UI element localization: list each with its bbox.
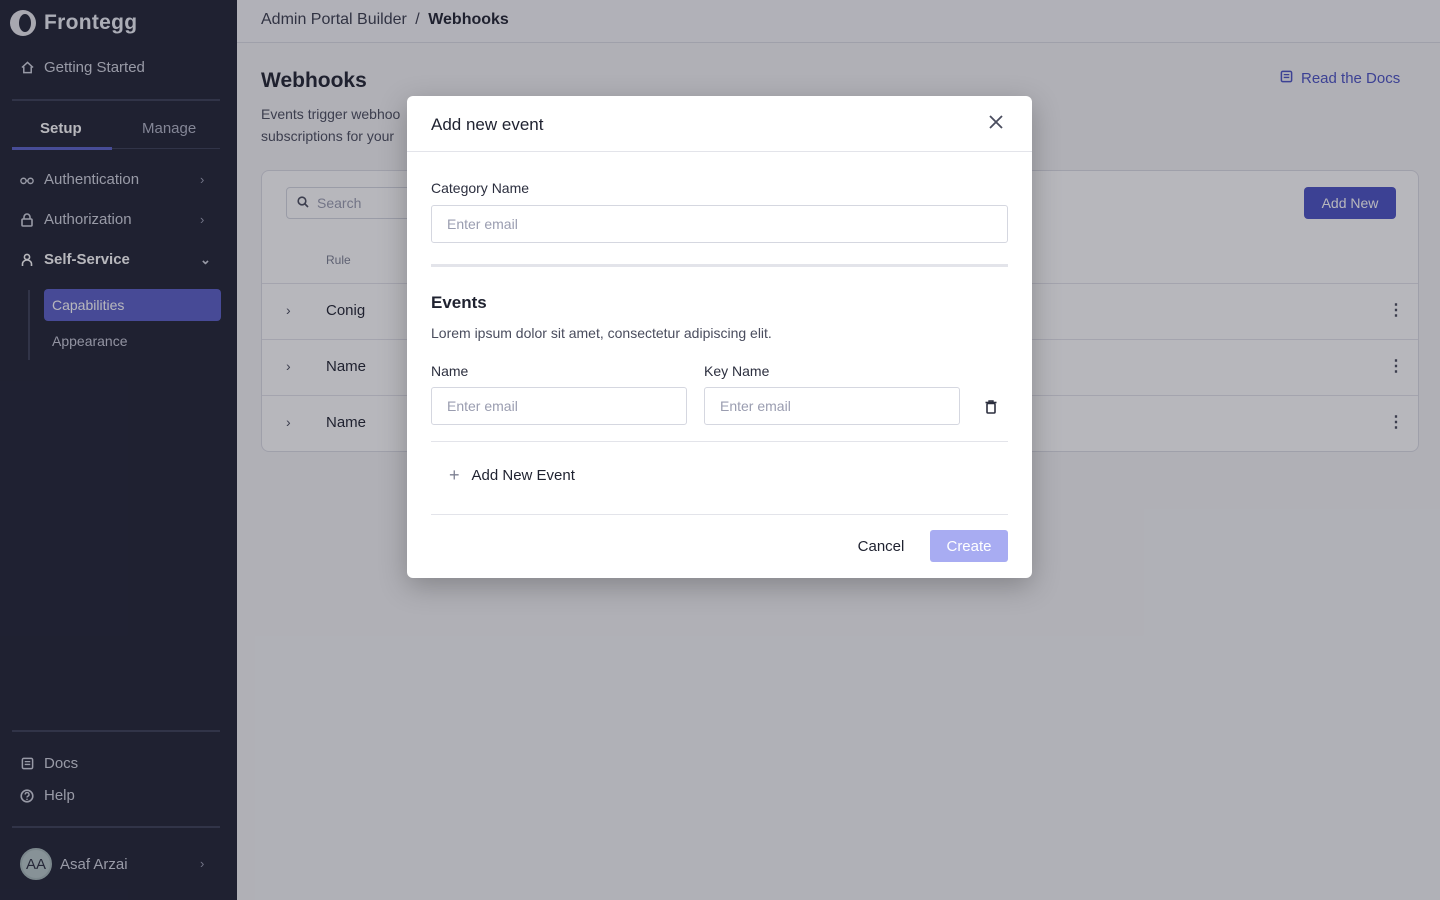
add-new-event-button[interactable]: + Add New Event (449, 465, 575, 486)
cancel-button[interactable]: Cancel (847, 530, 915, 562)
dialog-header-divider (407, 151, 1032, 152)
category-name-input[interactable] (431, 205, 1008, 243)
row-divider (431, 441, 1008, 442)
plus-icon: + (449, 465, 460, 485)
create-button[interactable]: Create (930, 530, 1008, 562)
trash-icon[interactable] (984, 399, 998, 415)
add-new-event-label: Add New Event (471, 467, 575, 484)
events-section-title: Events (431, 293, 487, 312)
dialog-title: Add new event (431, 115, 544, 134)
category-name-label: Category Name (431, 180, 530, 196)
key-name-label: Key Name (704, 363, 770, 379)
event-name-label: Name (431, 363, 469, 379)
add-event-dialog: Add new event Category Name Events Lorem… (407, 96, 1032, 578)
key-name-input[interactable] (704, 387, 960, 425)
footer-divider (431, 514, 1008, 515)
close-icon[interactable] (985, 112, 1007, 134)
events-section-description: Lorem ipsum dolor sit amet, consectetur … (431, 325, 772, 341)
section-divider (431, 264, 1008, 267)
event-name-input[interactable] (431, 387, 687, 425)
